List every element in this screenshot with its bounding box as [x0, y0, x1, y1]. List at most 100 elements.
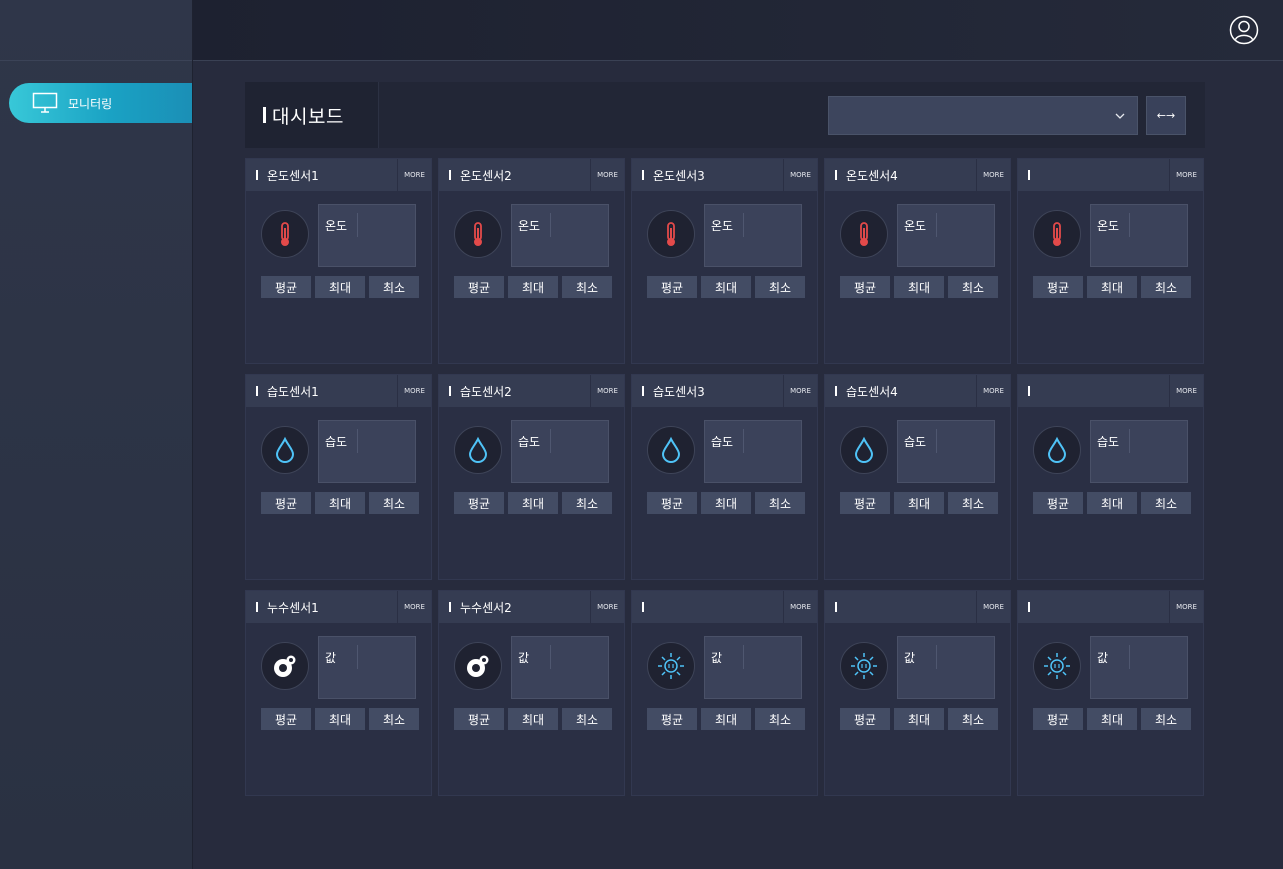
- avg-button[interactable]: 평균: [261, 492, 311, 514]
- min-button[interactable]: 최소: [369, 708, 419, 730]
- min-button[interactable]: 최소: [755, 708, 805, 730]
- max-button[interactable]: 최대: [1087, 492, 1137, 514]
- avg-button[interactable]: 평균: [454, 492, 504, 514]
- max-button[interactable]: 최대: [315, 708, 365, 730]
- more-button[interactable]: MORE: [590, 591, 624, 623]
- more-button[interactable]: MORE: [1169, 375, 1203, 407]
- avg-button[interactable]: 평균: [1033, 276, 1083, 298]
- max-button[interactable]: 최대: [894, 708, 944, 730]
- more-button[interactable]: MORE: [397, 375, 431, 407]
- card-title: 온도센서4: [846, 168, 898, 183]
- value-box: 온도: [318, 204, 416, 267]
- min-button[interactable]: 최소: [562, 276, 612, 298]
- sidebar-item-monitoring[interactable]: 모니터링: [9, 83, 192, 123]
- card-header: MORE: [1018, 375, 1203, 407]
- min-button[interactable]: 최소: [948, 492, 998, 514]
- avg-button[interactable]: 평균: [647, 708, 697, 730]
- more-button[interactable]: MORE: [976, 375, 1010, 407]
- max-button[interactable]: 최대: [508, 492, 558, 514]
- more-button[interactable]: MORE: [783, 375, 817, 407]
- leak-sensor-icon: [261, 642, 309, 690]
- min-button[interactable]: 최소: [1141, 276, 1191, 298]
- value-divider: [550, 645, 551, 669]
- max-button[interactable]: 최대: [701, 492, 751, 514]
- value-box: 습도: [1090, 420, 1188, 483]
- value-label: 값: [325, 651, 337, 665]
- water-drop-icon: [647, 426, 695, 474]
- max-button[interactable]: 최대: [315, 276, 365, 298]
- more-button[interactable]: MORE: [397, 159, 431, 191]
- stat-buttons: 평균 최대 최소: [261, 276, 419, 298]
- max-button[interactable]: 최대: [701, 276, 751, 298]
- min-button[interactable]: 최소: [948, 276, 998, 298]
- min-button[interactable]: 최소: [562, 492, 612, 514]
- avg-button[interactable]: 평균: [454, 276, 504, 298]
- avg-button[interactable]: 평균: [261, 276, 311, 298]
- max-button[interactable]: 최대: [315, 492, 365, 514]
- card-title-marker: [256, 602, 258, 612]
- sensor-card: 습도센서2 MORE 습도 평균 최대 최소: [438, 374, 625, 580]
- value-divider: [936, 429, 937, 453]
- avg-button[interactable]: 평균: [647, 276, 697, 298]
- min-button[interactable]: 최소: [562, 708, 612, 730]
- dashboard-select[interactable]: [828, 96, 1138, 135]
- max-button[interactable]: 최대: [701, 708, 751, 730]
- sensor-card: 온도센서2 MORE 온도 평균 최대 최소: [438, 158, 625, 364]
- avg-button[interactable]: 평균: [840, 492, 890, 514]
- card-title: 습도센서4: [846, 384, 898, 399]
- max-button[interactable]: 최대: [894, 276, 944, 298]
- user-icon[interactable]: [1229, 15, 1259, 45]
- topbar: [193, 0, 1283, 61]
- value-label: 습도: [711, 435, 734, 449]
- stat-buttons: 평균 최대 최소: [454, 708, 612, 730]
- thermometer-icon: [454, 210, 502, 258]
- card-header: 온도센서4 MORE: [825, 159, 1010, 191]
- more-button[interactable]: MORE: [783, 159, 817, 191]
- value-label: 온도: [711, 219, 734, 233]
- more-button[interactable]: MORE: [976, 159, 1010, 191]
- max-button[interactable]: 최대: [1087, 276, 1137, 298]
- more-button[interactable]: MORE: [1169, 591, 1203, 623]
- min-button[interactable]: 최소: [369, 492, 419, 514]
- stat-buttons: 평균 최대 최소: [1033, 708, 1191, 730]
- avg-button[interactable]: 평균: [840, 276, 890, 298]
- min-button[interactable]: 최소: [755, 276, 805, 298]
- card-title-marker: [642, 602, 644, 612]
- sensor-card: 온도센서1 MORE 온도 평균 최대 최소: [245, 158, 432, 364]
- card-title-marker: [1028, 170, 1030, 180]
- avg-button[interactable]: 평균: [454, 708, 504, 730]
- value-box: 온도: [1090, 204, 1188, 267]
- min-button[interactable]: 최소: [369, 276, 419, 298]
- value-divider: [1129, 213, 1130, 237]
- swap-button[interactable]: ←→: [1146, 96, 1186, 135]
- avg-button[interactable]: 평균: [261, 708, 311, 730]
- min-button[interactable]: 최소: [948, 708, 998, 730]
- value-label: 습도: [1097, 435, 1120, 449]
- stat-buttons: 평균 최대 최소: [261, 492, 419, 514]
- water-drop-icon: [261, 426, 309, 474]
- avg-button[interactable]: 평균: [1033, 492, 1083, 514]
- chevron-down-icon: [1115, 113, 1125, 119]
- more-button[interactable]: MORE: [783, 591, 817, 623]
- more-button[interactable]: MORE: [1169, 159, 1203, 191]
- value-divider: [743, 213, 744, 237]
- dashboard-panel: 대시보드 ←→ 온도센서1 MORE 온도 평균 최대 최소 온도센서2 MOR…: [245, 82, 1205, 796]
- max-button[interactable]: 최대: [508, 276, 558, 298]
- max-button[interactable]: 최대: [1087, 708, 1137, 730]
- avg-button[interactable]: 평균: [647, 492, 697, 514]
- more-button[interactable]: MORE: [590, 159, 624, 191]
- leak-sensor-icon: [454, 642, 502, 690]
- max-button[interactable]: 최대: [508, 708, 558, 730]
- value-box: 값: [1090, 636, 1188, 699]
- card-header: 습도센서4 MORE: [825, 375, 1010, 407]
- min-button[interactable]: 최소: [1141, 708, 1191, 730]
- min-button[interactable]: 최소: [755, 492, 805, 514]
- avg-button[interactable]: 평균: [1033, 708, 1083, 730]
- avg-button[interactable]: 평균: [840, 708, 890, 730]
- max-button[interactable]: 최대: [894, 492, 944, 514]
- min-button[interactable]: 최소: [1141, 492, 1191, 514]
- more-button[interactable]: MORE: [590, 375, 624, 407]
- more-button[interactable]: MORE: [976, 591, 1010, 623]
- more-button[interactable]: MORE: [397, 591, 431, 623]
- stat-buttons: 평균 최대 최소: [454, 492, 612, 514]
